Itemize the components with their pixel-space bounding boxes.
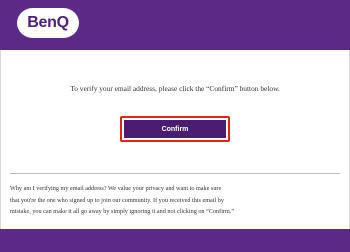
- email-view: BenQ To verify your email address, pleas…: [0, 0, 350, 252]
- verify-instruction: To verify your email address, please cli…: [70, 84, 280, 93]
- logo-text: BenQ: [27, 14, 69, 31]
- confirm-button-label: Confirm: [161, 125, 189, 133]
- privacy-note-line: that you're the one who signed up to joi…: [10, 196, 224, 204]
- confirm-button-highlight: Confirm: [120, 116, 230, 142]
- email-footer-bar: [0, 229, 350, 252]
- privacy-note-line: Why am I verifying my email address? We …: [10, 185, 222, 192]
- privacy-note-line: mistake, you can make it all go away by …: [10, 208, 235, 215]
- email-header: BenQ: [0, 0, 350, 50]
- confirm-button[interactable]: Confirm: [124, 120, 226, 138]
- benq-logo: BenQ: [17, 8, 79, 38]
- privacy-note: Why am I verifying my email address? We …: [10, 183, 343, 218]
- divider: [10, 173, 340, 174]
